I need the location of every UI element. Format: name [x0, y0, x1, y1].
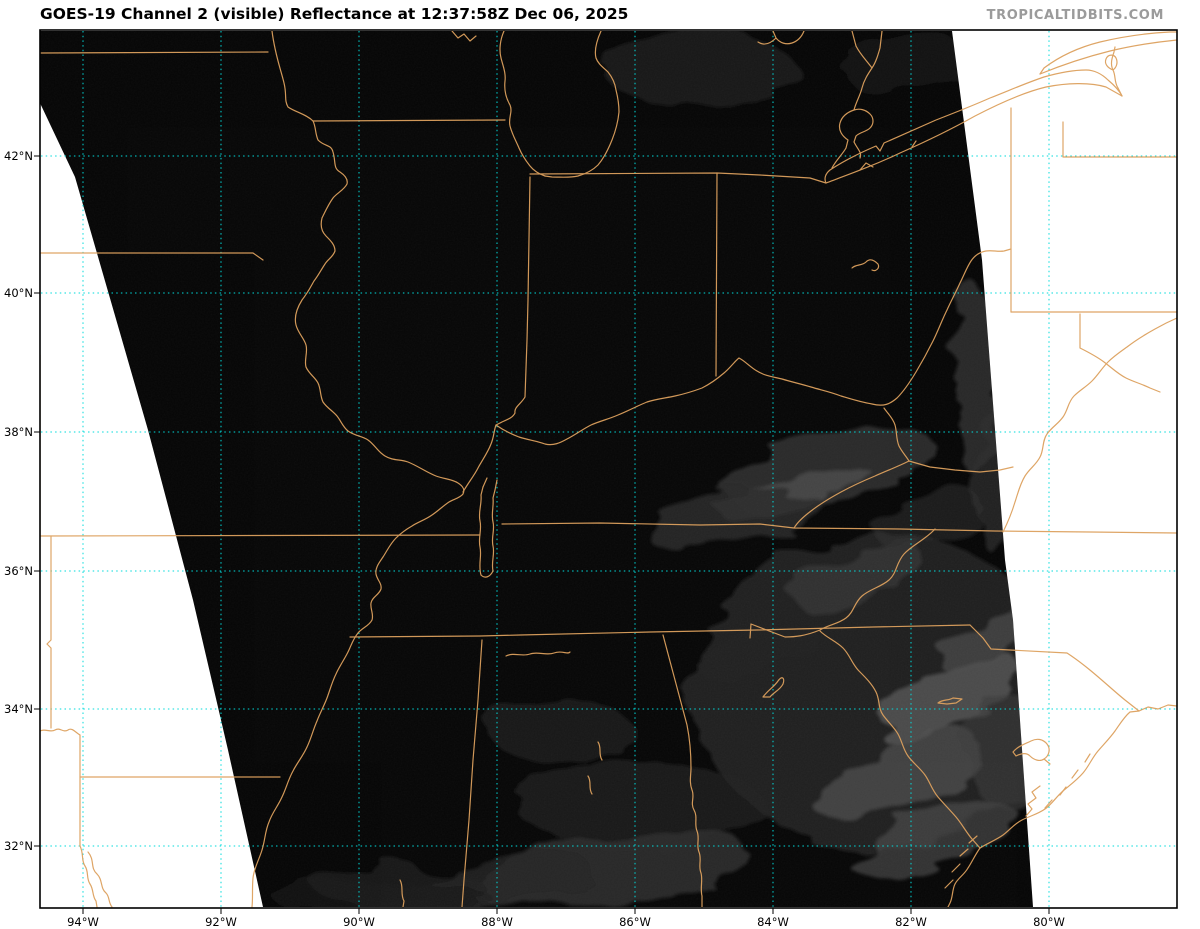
lat-label-40°N: 40°N [0, 286, 33, 300]
lat-label-42°N: 42°N [0, 149, 33, 163]
border-ny-pa [1063, 122, 1177, 157]
lon-label-92°W: 92°W [196, 915, 246, 929]
river-red [40, 729, 80, 735]
lon-label-84°W: 84°W [748, 915, 798, 929]
lon-label-88°W: 88°W [472, 915, 522, 929]
lon-label-82°W: 82°W [886, 915, 936, 929]
lat-label-36°N: 36°N [0, 564, 33, 578]
river-sabine-branch [88, 852, 112, 907]
lon-label-80°W: 80°W [1024, 915, 1074, 929]
border-wv-va-ridge [1003, 318, 1177, 532]
lat-label-34°N: 34°N [0, 702, 33, 716]
lon-label-90°W: 90°W [334, 915, 384, 929]
lon-label-86°W: 86°W [610, 915, 660, 929]
border-ok-ar [47, 536, 51, 728]
satellite-map [0, 0, 1200, 929]
river-sabine [80, 846, 97, 907]
lat-label-38°N: 38°N [0, 425, 33, 439]
satellite-viewer-page: GOES-19 Channel 2 (visible) Reflectance … [0, 0, 1200, 929]
lon-label-94°W: 94°W [58, 915, 108, 929]
lat-label-32°N: 32°N [0, 839, 33, 853]
coast-sound-detail [1026, 754, 1090, 816]
